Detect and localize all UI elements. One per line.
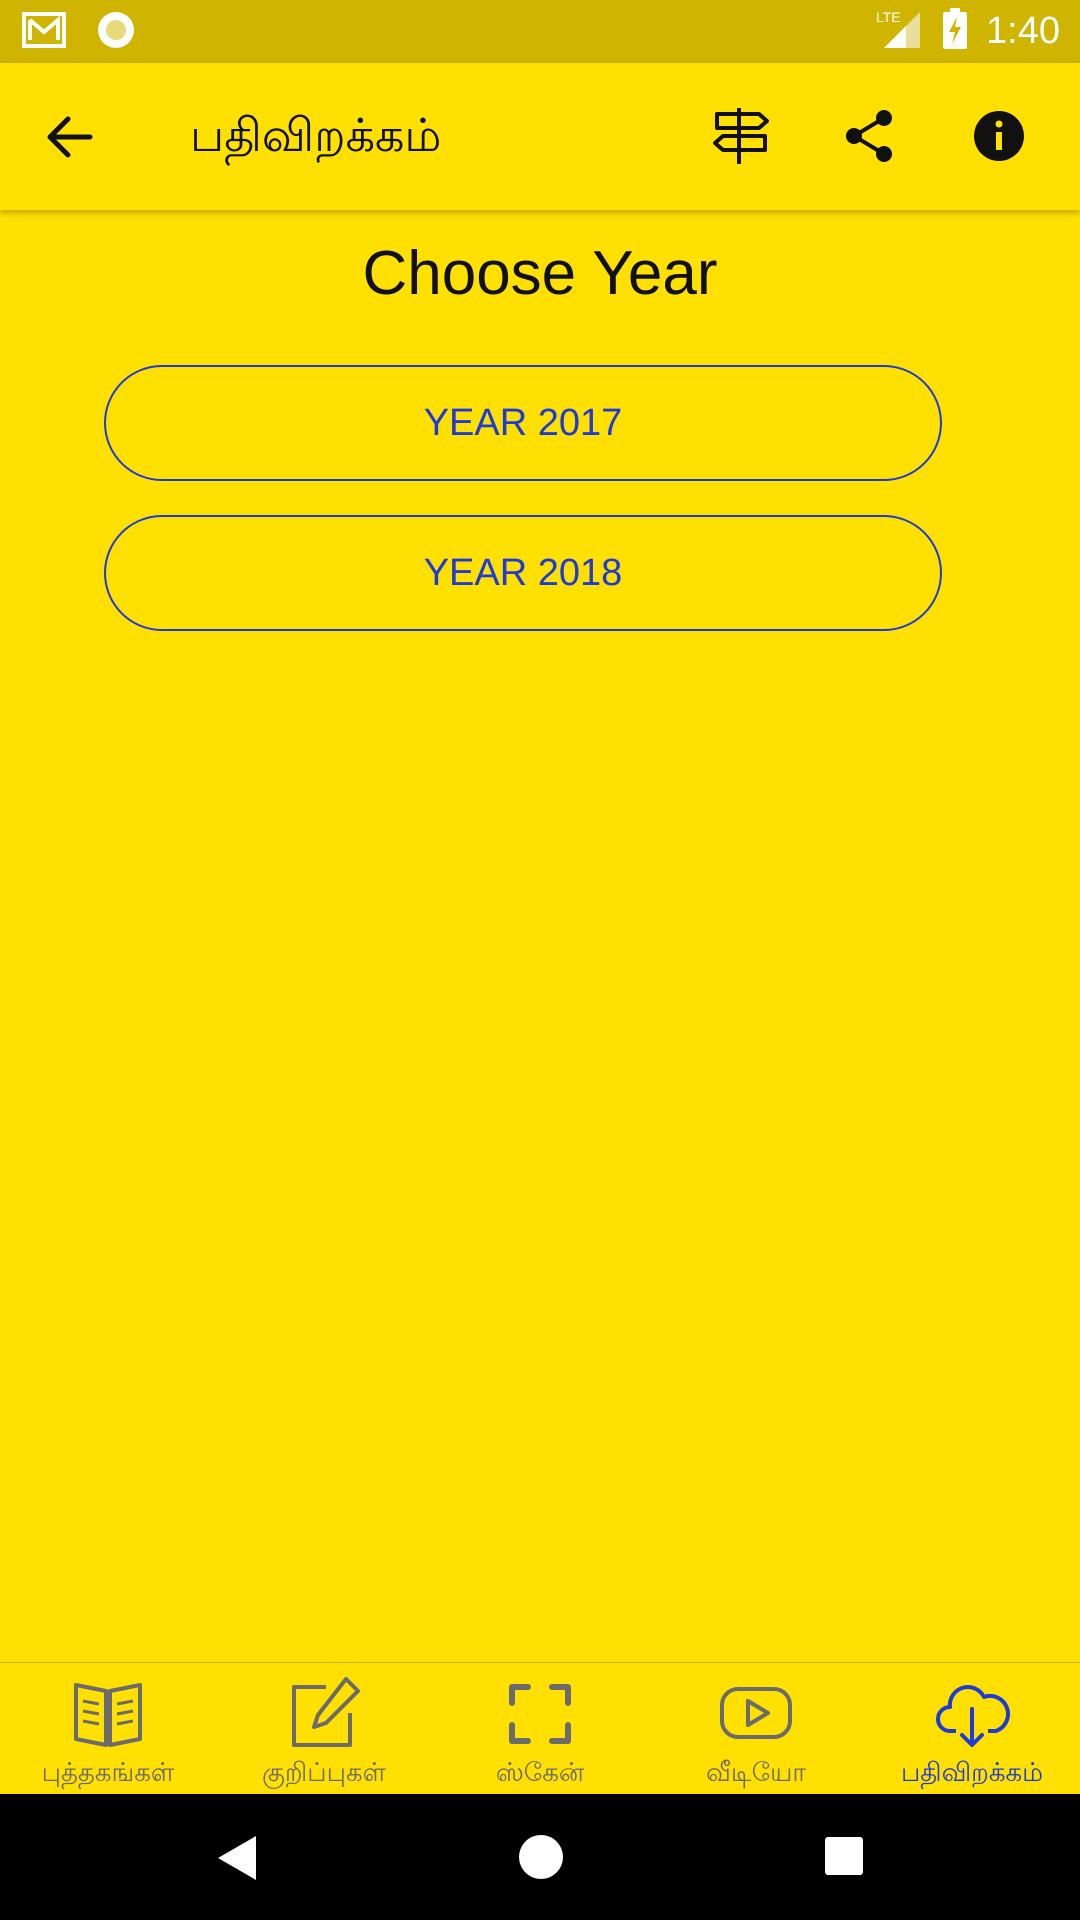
cloud-download-icon — [936, 1685, 1010, 1747]
nav-label-scan: ஸ்கேன் — [495, 1757, 585, 1787]
nav-label-books: புத்தகங்கள் — [41, 1757, 175, 1787]
year-2017-button[interactable]: YEAR 2017 — [104, 365, 942, 481]
choose-year-heading: Choose Year — [362, 239, 718, 308]
back-triangle-icon[interactable] — [214, 1834, 258, 1887]
lte-signal-icon: LTE — [876, 8, 924, 55]
nav-label-download: பதிவிறக்கம் — [900, 1757, 1044, 1787]
year-button-label: YEAR 2017 — [423, 401, 623, 444]
share-icon — [846, 110, 892, 162]
info-button[interactable] — [966, 103, 1032, 169]
bottom-navigation: புத்தகங்கள் குறிப்புகள் ஸ்கேன் வீடியோ பத… — [0, 1662, 1080, 1795]
nav-item-scan[interactable]: ஸ்கேன் — [432, 1663, 648, 1795]
book-icon — [74, 1683, 142, 1747]
nav-item-video[interactable]: வீடியோ — [648, 1663, 864, 1795]
year-2018-button[interactable]: YEAR 2018 — [104, 515, 942, 631]
nav-item-notes[interactable]: குறிப்புகள் — [216, 1663, 432, 1795]
signpost-button[interactable] — [708, 103, 774, 169]
clock: 1:40 — [986, 10, 1060, 52]
edit-note-icon — [292, 1677, 360, 1747]
battery-charging-icon — [942, 8, 968, 55]
arrow-back-icon — [47, 116, 93, 158]
page-title: பதிவிறக்கம் — [190, 109, 442, 161]
video-play-icon — [720, 1687, 792, 1739]
scan-icon — [509, 1684, 571, 1744]
nav-item-download[interactable]: பதிவிறக்கம் — [864, 1663, 1080, 1795]
recents-square-icon[interactable] — [824, 1836, 864, 1881]
svg-text:LTE: LTE — [876, 9, 901, 25]
nav-label-video: வீடியோ — [706, 1757, 806, 1787]
app-bar: பதிவிறக்கம் — [0, 63, 1080, 210]
status-bar: LTE 1:40 — [0, 0, 1080, 63]
back-button[interactable] — [40, 107, 100, 167]
nav-item-books[interactable]: புத்தகங்கள் — [0, 1663, 216, 1795]
record-icon — [96, 10, 136, 55]
signpost-icon — [713, 108, 769, 164]
year-button-label: YEAR 2018 — [423, 551, 623, 594]
system-navigation-bar — [0, 1794, 1080, 1920]
home-circle-icon[interactable] — [518, 1834, 564, 1885]
share-button[interactable] — [837, 103, 903, 169]
gmail-icon — [22, 10, 70, 55]
nav-label-notes: குறிப்புகள் — [261, 1757, 387, 1787]
info-icon — [974, 111, 1024, 161]
